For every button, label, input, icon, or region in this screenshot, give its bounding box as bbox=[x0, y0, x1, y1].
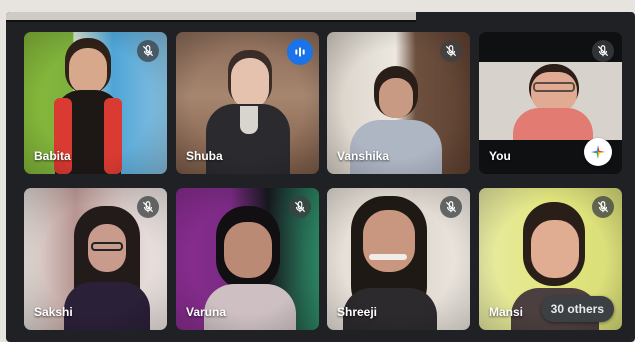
participant-tile-babita[interactable]: Babita bbox=[24, 32, 167, 174]
mic-off-icon bbox=[137, 40, 159, 62]
participant-name: Mansi bbox=[489, 305, 524, 319]
participant-tile-sakshi[interactable]: Sakshi bbox=[24, 188, 167, 330]
mic-off-icon bbox=[137, 196, 159, 218]
participant-name: Shreeji bbox=[337, 305, 378, 319]
mic-off-icon bbox=[592, 196, 614, 218]
participant-tile-shuba[interactable]: Shuba bbox=[176, 32, 319, 174]
participant-tile-varuna[interactable]: Varuna bbox=[176, 188, 319, 330]
mic-off-icon bbox=[440, 40, 462, 62]
participant-video bbox=[509, 64, 597, 140]
mic-off-icon bbox=[440, 196, 462, 218]
mic-off-icon bbox=[592, 40, 614, 62]
participant-name: Sakshi bbox=[34, 305, 73, 319]
participant-name: Babita bbox=[34, 149, 71, 163]
participant-tile-shreeji[interactable]: Shreeji bbox=[327, 188, 470, 330]
mic-off-icon bbox=[289, 196, 311, 218]
video-call-window: Babita Shuba Vanshika You Sakshi Varuna … bbox=[6, 12, 635, 342]
sparkle-icon[interactable] bbox=[584, 138, 612, 166]
participant-tile-vanshika[interactable]: Vanshika bbox=[327, 32, 470, 174]
participant-name: You bbox=[489, 149, 511, 163]
participant-grid: Babita Shuba Vanshika You Sakshi Varuna … bbox=[24, 32, 624, 330]
participant-tile-mansi[interactable]: Mansi 30 others bbox=[479, 188, 622, 330]
speaking-icon bbox=[287, 39, 313, 65]
others-button[interactable]: 30 others bbox=[540, 296, 614, 322]
window-top-strip bbox=[6, 12, 416, 22]
participant-tile-you[interactable]: You bbox=[479, 32, 622, 174]
participant-name: Varuna bbox=[186, 305, 227, 319]
participant-name: Shuba bbox=[186, 149, 223, 163]
participant-name: Vanshika bbox=[337, 149, 390, 163]
